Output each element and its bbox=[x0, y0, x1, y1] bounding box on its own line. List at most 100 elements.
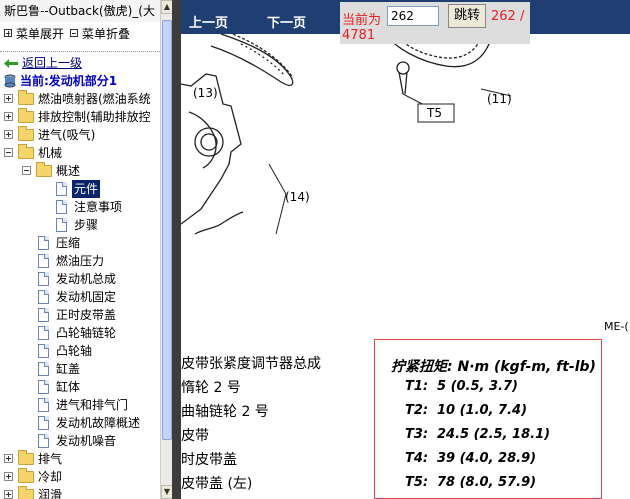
collapse-icon[interactable] bbox=[22, 166, 31, 175]
tree-item-valves[interactable]: 进气和排气门 bbox=[0, 396, 160, 414]
document-icon bbox=[38, 344, 49, 358]
tree-item-precautions[interactable]: 注意事项 bbox=[0, 198, 160, 216]
document-icon bbox=[56, 182, 67, 196]
page-number-input[interactable] bbox=[387, 6, 439, 26]
open-folder-icon bbox=[36, 162, 52, 177]
tree-item-procedure[interactable]: 步骤 bbox=[0, 216, 160, 234]
tree-item-lubrication[interactable]: 润滑 bbox=[0, 486, 160, 499]
callout-13: (13) bbox=[193, 86, 218, 100]
parts-diagram: (13) T5 (11) (14) bbox=[181, 33, 630, 337]
parts-list-item: 皮带盖 (左) bbox=[181, 476, 253, 492]
folder-icon bbox=[18, 468, 34, 483]
parts-list-item: 皮带 bbox=[181, 428, 209, 444]
expand-icon[interactable] bbox=[4, 130, 13, 139]
document-icon bbox=[38, 362, 49, 376]
jump-button[interactable]: 跳转 bbox=[448, 4, 486, 28]
prev-page-link[interactable]: 上一页 bbox=[189, 12, 228, 31]
tree-item-cylinder-head[interactable]: 缸盖 bbox=[0, 360, 160, 378]
callout-14: (14) bbox=[285, 190, 310, 204]
document-icon bbox=[38, 326, 49, 340]
expand-icon[interactable] bbox=[4, 454, 13, 463]
tree-item-emission[interactable]: 排放控制(辅助排放控 bbox=[0, 108, 160, 126]
expand-icon[interactable] bbox=[4, 472, 13, 481]
callout-t5: T5 bbox=[427, 106, 442, 120]
cylinder-icon bbox=[4, 74, 16, 88]
document-icon bbox=[38, 398, 49, 412]
expand-all-label: 菜单展开 bbox=[16, 26, 65, 41]
torque-row: T5: 78 (8.0, 57.9) bbox=[405, 475, 537, 490]
folder-icon bbox=[18, 450, 34, 465]
tree-item-engine-mount[interactable]: 发动机固定 bbox=[0, 288, 160, 306]
scroll-thumb[interactable] bbox=[162, 20, 172, 440]
document-icon bbox=[38, 254, 49, 268]
torque-row: T4: 39 (4.0, 28.9) bbox=[405, 451, 537, 466]
page-jump-box: 当前为 跳转 262 / 4781 bbox=[340, 2, 530, 44]
torque-row: T2: 10 (1.0, 7.4) bbox=[405, 403, 528, 418]
tree-item-intake[interactable]: 进气(吸气) bbox=[0, 126, 160, 144]
tree-item-cam-sprocket[interactable]: 凸轮轴链轮 bbox=[0, 324, 160, 342]
tree-item-compression[interactable]: 压缩 bbox=[0, 234, 160, 252]
expand-icon[interactable] bbox=[4, 94, 13, 103]
tree-item-engine-assembly[interactable]: 发动机总成 bbox=[0, 270, 160, 288]
tree-item-fuel-injector[interactable]: 燃油喷射器(燃油系统 bbox=[0, 90, 160, 108]
next-page-link[interactable]: 下一页 bbox=[267, 12, 306, 31]
document-icon bbox=[38, 236, 49, 250]
diagram-svg bbox=[181, 33, 630, 337]
expand-all-button[interactable]: 菜单展开 bbox=[4, 25, 64, 42]
window-title: 斯巴鲁--Outback(傲虎)_(大 bbox=[0, 0, 172, 22]
torque-spec-box: 拧紧扭矩: N·m (kgf-m, ft-lb) T1: 5 (0.5, 3.7)… bbox=[374, 339, 602, 499]
minus-box-icon bbox=[70, 29, 79, 37]
tree-scrollbar[interactable]: ▲ ▼ bbox=[160, 0, 172, 499]
tree-item-mechanical[interactable]: 机械 bbox=[0, 144, 160, 162]
tree: 返回上一级 当前:发动机部分1 燃油喷射器(燃油系统 排放控制(辅助排放控 进气… bbox=[0, 54, 160, 499]
parts-list-item: 皮带张紧度调节器总成 bbox=[181, 356, 321, 372]
collapse-all-button[interactable]: 菜单折叠 bbox=[70, 25, 130, 42]
tree-item-exhaust[interactable]: 排气 bbox=[0, 450, 160, 468]
expand-icon[interactable] bbox=[4, 112, 13, 121]
scroll-down-button[interactable]: ▼ bbox=[161, 485, 172, 499]
parts-list-item: 惰轮 2 号 bbox=[181, 380, 241, 396]
torque-row: T1: 5 (0.5, 3.7) bbox=[405, 379, 518, 394]
scroll-up-button[interactable]: ▲ bbox=[161, 0, 172, 14]
torque-row: T3: 24.5 (2.5, 18.1) bbox=[405, 427, 551, 442]
document-icon bbox=[38, 380, 49, 394]
tree-item-cylinder-block[interactable]: 缸体 bbox=[0, 378, 160, 396]
current-node: 当前:发动机部分1 bbox=[0, 72, 160, 90]
toolbar-separator bbox=[0, 44, 172, 52]
toc-panel: 斯巴鲁--Outback(傲虎)_(大 菜单展开 菜单折叠 返回上一级 当前:发… bbox=[0, 0, 172, 499]
folder-icon bbox=[18, 90, 34, 105]
back-link[interactable]: 返回上一级 bbox=[0, 54, 160, 72]
back-arrow-icon bbox=[4, 59, 18, 68]
content-pane: (13) T5 (11) (14) 上一页 下一页 当前为 跳转 262 / 4… bbox=[181, 0, 630, 499]
document-icon bbox=[38, 434, 49, 448]
document-icon bbox=[38, 290, 49, 304]
document-icon bbox=[38, 272, 49, 286]
page-total-b: 4781 bbox=[342, 28, 376, 43]
plus-box-icon bbox=[4, 29, 12, 37]
folder-icon bbox=[18, 108, 34, 123]
callout-11: (11) bbox=[487, 92, 512, 106]
tree-toolbar: 菜单展开 菜单折叠 bbox=[0, 22, 172, 44]
torque-title: 拧紧扭矩: N·m (kgf-m, ft-lb) bbox=[391, 359, 596, 375]
document-icon bbox=[56, 218, 67, 232]
parts-list-item: 时皮带盖 bbox=[181, 452, 237, 468]
current-page-label: 当前为 bbox=[342, 13, 382, 28]
expand-icon[interactable] bbox=[4, 490, 13, 499]
document-icon bbox=[56, 200, 67, 214]
tree-item-cooling[interactable]: 冷却 bbox=[0, 468, 160, 486]
collapse-all-label: 菜单折叠 bbox=[82, 26, 131, 41]
tree-item-timing-belt-cover[interactable]: 正时皮带盖 bbox=[0, 306, 160, 324]
tree-item-engine-trouble[interactable]: 发动机故障概述 bbox=[0, 414, 160, 432]
collapse-icon[interactable] bbox=[4, 148, 13, 157]
tree-item-camshaft[interactable]: 凸轮轴 bbox=[0, 342, 160, 360]
parts-list-item: 曲轴链轮 2 号 bbox=[181, 404, 269, 420]
open-folder-icon bbox=[18, 144, 34, 159]
tree-item-components[interactable]: 元件 bbox=[0, 180, 160, 198]
tree-item-overview[interactable]: 概述 bbox=[0, 162, 160, 180]
tree-item-fuel-pressure[interactable]: 燃油压力 bbox=[0, 252, 160, 270]
tree-item-engine-noise[interactable]: 发动机噪音 bbox=[0, 432, 160, 450]
document-icon bbox=[38, 416, 49, 430]
folder-icon bbox=[18, 126, 34, 141]
splitter[interactable] bbox=[172, 0, 181, 499]
page-ref: ME-( bbox=[604, 320, 629, 333]
